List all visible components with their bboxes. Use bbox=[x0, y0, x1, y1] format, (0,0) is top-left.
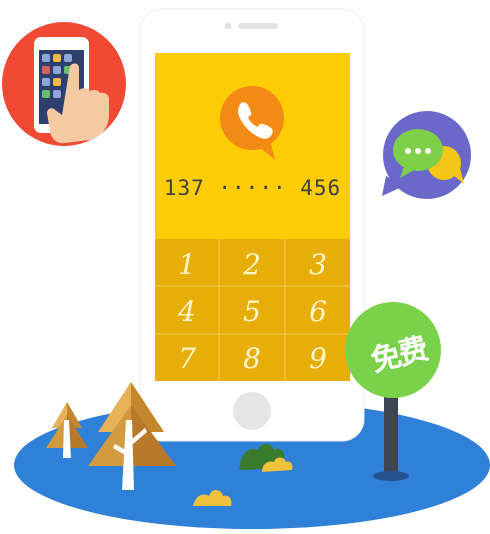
keypad-key-5[interactable]: 5 bbox=[220, 288, 284, 334]
keypad-key-6[interactable]: 6 bbox=[286, 288, 350, 334]
keypad-key-8[interactable]: 8 bbox=[220, 335, 284, 381]
keypad-key-9[interactable]: 9 bbox=[286, 335, 350, 381]
home-button bbox=[233, 392, 271, 430]
phone-speaker bbox=[238, 23, 278, 29]
keypad-key-1[interactable]: 1 bbox=[155, 241, 219, 287]
hand-tapping-phone-icon bbox=[2, 22, 126, 146]
dialed-number: 137 ····· 456 bbox=[163, 176, 342, 200]
chat-bubbles-icon bbox=[382, 111, 471, 199]
keypad-key-3[interactable]: 3 bbox=[286, 241, 350, 287]
phone-camera bbox=[224, 22, 232, 30]
keypad-key-4[interactable]: 4 bbox=[155, 288, 219, 334]
keypad-key-2[interactable]: 2 bbox=[220, 241, 284, 287]
keypad-key-7[interactable]: 7 bbox=[155, 335, 219, 381]
